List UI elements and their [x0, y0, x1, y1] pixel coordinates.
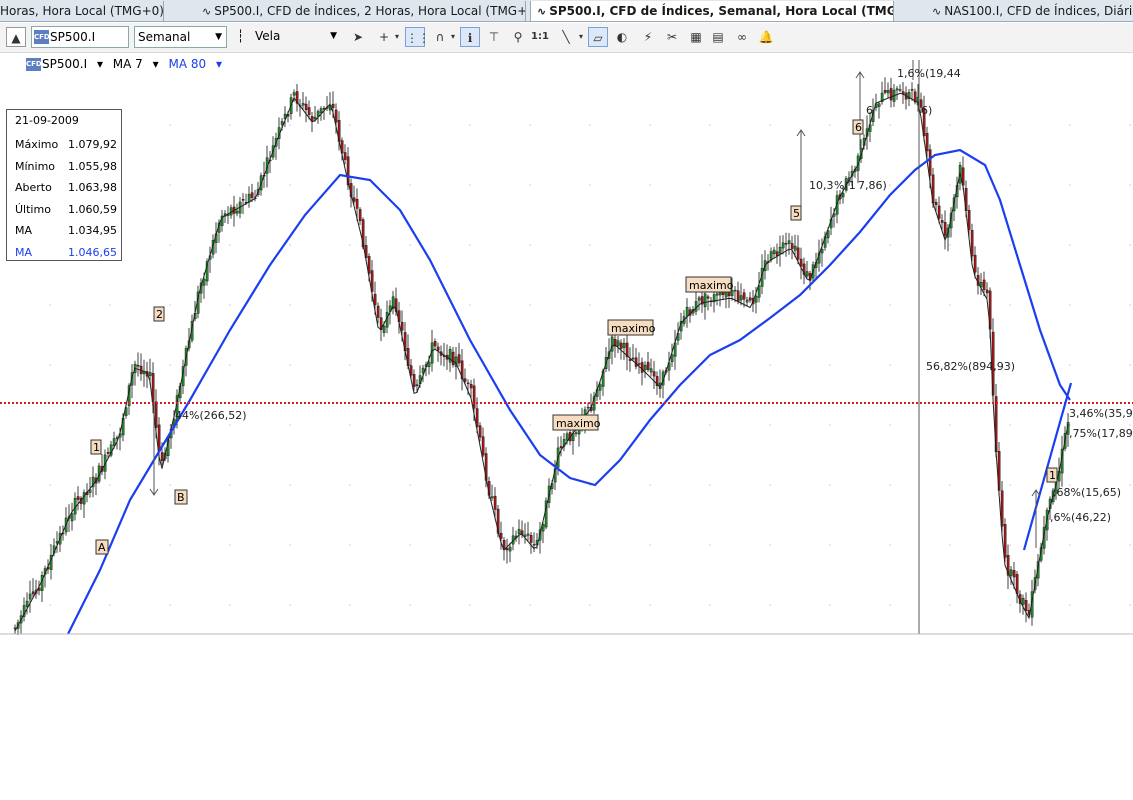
- wave-label: 1: [1049, 469, 1056, 482]
- wave-label: 5: [793, 207, 800, 220]
- symbol-input[interactable]: CFD SP500.I: [31, 26, 129, 48]
- chart-line-icon: ∿: [932, 5, 942, 18]
- wave-labels: 1 2 A B 5 6 1: [90, 119, 1058, 555]
- pct-label: %(1: [834, 179, 856, 192]
- chart-type-select[interactable]: ┆ Vela ▼: [233, 26, 341, 48]
- toolbar: ▲ CFD SP500.I Semanal ▼ ┆ Vela ▼ ➤ + ▾ ⋮⋮ ∩ …: [0, 23, 1133, 53]
- tab-2[interactable]: ∿ SP500.I, CFD de Índices, 2 Horas, Hora …: [196, 1, 526, 21]
- wave-label: A: [98, 541, 106, 554]
- data-window-date: 21-09-2009: [15, 114, 79, 127]
- tab-4[interactable]: ∿NAS100.I, CFD de Índices, Diário, Ho: [926, 1, 1133, 21]
- pct-label: ,68%(15,65): [1053, 486, 1121, 499]
- pct-label: 10,3: [809, 179, 834, 192]
- wave-label: 2: [156, 308, 163, 321]
- data-window-row: Máximo 1.079,92: [15, 138, 117, 151]
- pct-label: 44%(266,52): [175, 409, 247, 422]
- palette-icon[interactable]: ◐: [612, 27, 632, 47]
- pct-label: 6): [921, 104, 932, 117]
- chart-line-icon: ∿: [537, 5, 547, 18]
- candles: [13, 77, 1070, 635]
- tab-4-label: NAS100.I, CFD de Índices, Diário, Ho: [944, 4, 1133, 18]
- data-window-row: Último 1.060,59: [15, 202, 117, 216]
- tab-3[interactable]: ∿ SP500.I, CFD de Índices, Semanal, Hora …: [530, 1, 894, 21]
- symbol-value: SP500.I: [50, 30, 96, 44]
- layout-icon[interactable]: ▤: [708, 27, 728, 47]
- cfd-badge: CFD: [34, 30, 50, 44]
- data-window-row: MA 1.034,95: [15, 224, 117, 237]
- magic-icon[interactable]: ⚡: [638, 27, 658, 47]
- pct-label: 56,82%(894,93): [926, 360, 1015, 373]
- alert-icon[interactable]: 🔔: [756, 27, 776, 47]
- indicator-icon[interactable]: ∩: [430, 27, 450, 47]
- up-arrow-icon[interactable]: ▲: [6, 27, 26, 47]
- chevron-down-icon: ▼: [215, 32, 222, 42]
- template-icon[interactable]: ▦: [686, 27, 706, 47]
- maximo-label: maximo: [611, 322, 656, 335]
- cursor-icon[interactable]: ➤: [348, 27, 368, 47]
- period-value: Semanal: [138, 30, 191, 44]
- maximo-label: maximo: [689, 279, 734, 292]
- maximo-label: maximo: [556, 417, 601, 430]
- data-window-row: Mínimo 1.055,98: [15, 159, 117, 173]
- scale-1to1-button[interactable]: 1:1: [530, 27, 550, 47]
- tab-3-label: SP500.I, CFD de Índices, Semanal, Hora L…: [549, 4, 894, 18]
- pct-label: 6: [866, 104, 873, 117]
- tab-2-label: SP500.I, CFD de Índices, 2 Horas, Hora L…: [214, 4, 526, 18]
- tab-1[interactable]: Horas, Hora Local (TMG+0): [0, 1, 164, 21]
- chevron-down-icon[interactable]: ▾: [576, 27, 586, 47]
- chart-line-icon: ∿: [202, 5, 212, 18]
- data-window: 21-09-2009 Máximo 1.079,92 Mínimo 1.055,98…: [6, 109, 122, 261]
- line-icon[interactable]: ╲: [556, 27, 576, 47]
- grid-icon[interactable]: ⋮⋮: [405, 27, 430, 47]
- chevron-down-icon[interactable]: ▾: [448, 27, 458, 47]
- info-icon[interactable]: ℹ: [460, 27, 480, 47]
- pct-label: 3,46%(35,99: [1069, 407, 1133, 420]
- pct-label: 1,6%(19,44: [897, 67, 961, 80]
- eraser-icon[interactable]: ▱: [588, 27, 608, 47]
- chevron-down-icon: ▼: [330, 31, 337, 41]
- wave-label: 6: [855, 121, 862, 134]
- zoom-icon[interactable]: ⚲: [508, 27, 528, 47]
- tools-icon[interactable]: ✂: [662, 27, 682, 47]
- crosshair-icon[interactable]: +: [374, 27, 394, 47]
- wave-label: B: [177, 491, 185, 504]
- pct-label: 7,86): [858, 179, 887, 192]
- wave-label: 1: [93, 441, 100, 454]
- data-window-row: MA 1.046,65: [15, 245, 117, 259]
- chart-type-value: Vela: [255, 29, 281, 43]
- ma-slow-line: [67, 148, 1071, 635]
- tab-1-label: Horas, Hora Local (TMG+0): [0, 4, 164, 18]
- pct-label: ,75%(17,89): [1069, 427, 1133, 440]
- data-window-row: Aberto 1.063,98: [15, 181, 117, 194]
- period-select[interactable]: Semanal ▼: [134, 26, 227, 48]
- pin-icon[interactable]: ⊤: [484, 27, 504, 47]
- price-chart[interactable]: 1 2 A B 5 6 1 maximo maximo maximo 44%(2…: [0, 53, 1133, 635]
- pct-label: ,6%(46,22): [1050, 511, 1111, 524]
- chevron-down-icon[interactable]: ▾: [392, 27, 402, 47]
- measure-arrows: [149, 60, 1041, 548]
- candle-icon: ┆: [237, 29, 245, 43]
- maximo-labels: maximo maximo maximo: [552, 276, 734, 431]
- tab-bar: Horas, Hora Local (TMG+0) ∿ SP500.I, CFD …: [0, 0, 1133, 22]
- link-icon[interactable]: ∞: [732, 27, 752, 47]
